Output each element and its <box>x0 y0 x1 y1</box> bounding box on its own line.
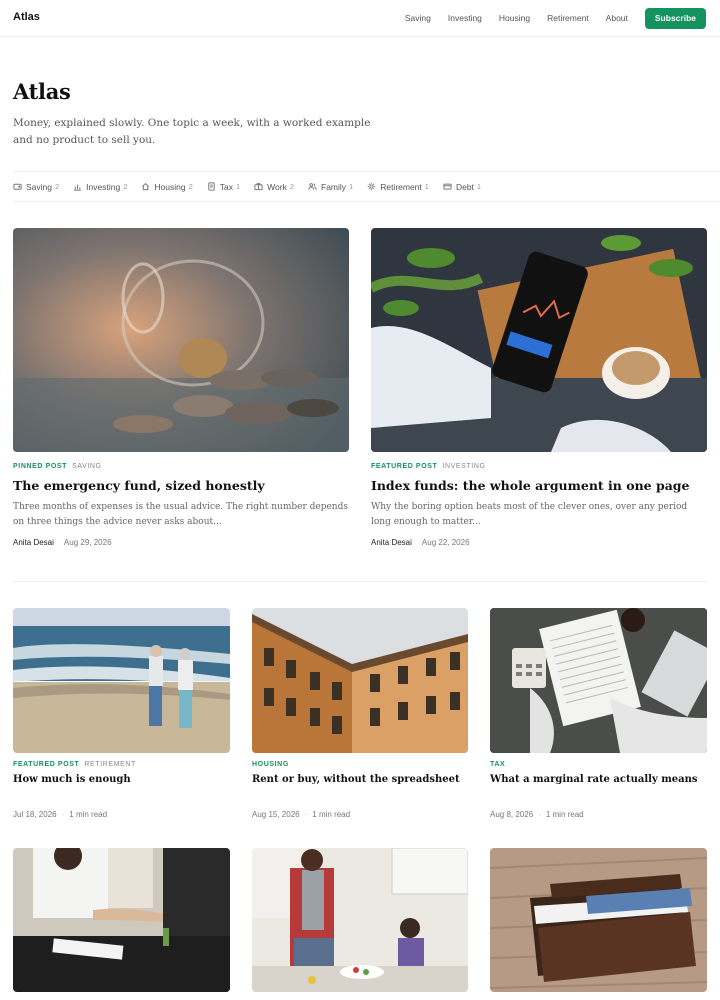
topic-count: 1 <box>235 182 241 191</box>
nav-retirement[interactable]: Retirement <box>547 7 589 29</box>
topic-filter-bar: Saving 2 Investing 2 Housing 2 Tax 1 Work 2 F… <box>13 171 720 202</box>
post-title[interactable]: Rent or buy, without the spreadsheet <box>252 774 460 785</box>
sun-icon <box>367 182 376 191</box>
nav-saving[interactable]: Saving <box>405 7 431 29</box>
post-label[interactable]: TAX <box>490 761 505 768</box>
topic-count: 2 <box>289 182 294 191</box>
people-icon <box>308 183 317 190</box>
bar-chart-icon <box>74 184 82 191</box>
topic-investing[interactable]: Investing 2 <box>73 182 127 192</box>
post-meta: Aug 15, 2026 · 1 min read <box>252 810 351 819</box>
post-date: Jul 18, 2026 <box>13 810 57 819</box>
post-meta: Anita Desai Aug 22, 2026 <box>371 538 470 547</box>
topic-label: Saving <box>26 181 52 192</box>
post-title[interactable]: The emergency fund, sized honestly <box>13 478 265 493</box>
wallet-icon <box>13 183 22 190</box>
post-meta: Jul 18, 2026 · 1 min read <box>13 810 108 819</box>
credit-card-icon <box>443 183 452 190</box>
topic-count: 1 <box>476 182 482 191</box>
topic-saving[interactable]: Saving 2 <box>13 182 59 192</box>
section-divider <box>13 581 707 582</box>
topic-label: Tax <box>219 181 233 192</box>
top-bar: Atlas Saving Investing Housing Retiremen… <box>0 0 720 37</box>
topic-count: 1 <box>349 182 354 191</box>
topic-label: Investing <box>86 181 121 192</box>
page-title: Atlas <box>13 79 71 104</box>
post-date: Aug 15, 2026 <box>252 810 300 819</box>
wallet-image[interactable] <box>490 848 707 992</box>
stock-phone-image[interactable] <box>371 228 707 452</box>
post-title[interactable]: How much is enough <box>13 774 131 785</box>
post-title[interactable]: Index funds: the whole argument in one p… <box>371 478 690 493</box>
post-category[interactable]: SAVING <box>72 463 102 470</box>
post-meta: Anita Desai Aug 29, 2026 <box>13 538 112 547</box>
post-label: FEATURED POST RETIREMENT <box>13 761 136 768</box>
topic-count: 2 <box>188 182 193 191</box>
topic-tax[interactable]: Tax 1 <box>207 182 240 192</box>
topic-work[interactable]: Work 2 <box>254 182 294 192</box>
building-image[interactable] <box>252 608 468 753</box>
post-author[interactable]: Anita Desai <box>13 538 54 547</box>
coins-jar-image[interactable] <box>13 228 349 452</box>
beach-couple-image[interactable] <box>13 608 230 753</box>
topic-label: Retirement <box>380 181 422 192</box>
post-label[interactable]: HOUSING <box>252 761 289 768</box>
post-category[interactable]: RETIREMENT <box>84 761 136 768</box>
post-author[interactable]: Anita Desai <box>371 538 412 547</box>
topic-retirement[interactable]: Retirement 1 <box>367 182 429 192</box>
topic-housing[interactable]: Housing 2 <box>141 181 193 192</box>
nav-investing[interactable]: Investing <box>448 7 482 29</box>
post-label: PINNED POST SAVING <box>13 463 102 470</box>
topic-label: Family <box>321 181 347 192</box>
topic-count: 1 <box>424 182 429 191</box>
nav-housing[interactable]: Housing <box>499 7 530 29</box>
post-date: Aug 22, 2026 <box>421 538 470 547</box>
site-description: Money, explained slowly. One topic a wee… <box>13 117 371 146</box>
post-meta: Aug 8, 2026 · 1 min read <box>490 810 584 819</box>
topic-count: 2 <box>123 182 128 191</box>
post-date: Aug 8, 2026 <box>490 810 534 819</box>
topic-label: Housing <box>154 181 186 192</box>
nav-about[interactable]: About <box>606 7 628 29</box>
topic-family[interactable]: Family 1 <box>308 182 353 192</box>
main-nav: Saving Investing Housing Retirement Abou… <box>405 7 706 29</box>
post-label: FEATURED POST INVESTING <box>371 463 486 470</box>
tax-form-image[interactable] <box>490 608 707 753</box>
post-title[interactable]: What a marginal rate actually means <box>490 774 698 785</box>
home-icon <box>142 182 150 191</box>
post-category[interactable]: INVESTING <box>442 463 485 470</box>
topic-debt[interactable]: Debt 1 <box>443 182 481 192</box>
brand-logo[interactable]: Atlas <box>13 11 40 23</box>
handshake-image[interactable] <box>13 848 230 992</box>
post-date: Aug 29, 2026 <box>63 538 112 547</box>
read-time: 1 min read <box>312 810 351 819</box>
post-excerpt: Why the boring option beats most of the … <box>371 502 688 527</box>
post-excerpt: Three months of expenses is the usual ad… <box>13 502 348 527</box>
read-time: 1 min read <box>545 810 584 819</box>
subscribe-button[interactable]: Subscribe <box>644 7 706 29</box>
topic-label: Debt <box>455 181 474 192</box>
topic-label: Work <box>267 181 287 192</box>
receipt-icon <box>208 182 215 191</box>
briefcase-icon <box>254 183 263 191</box>
kitchen-family-image[interactable] <box>252 848 468 992</box>
read-time: 1 min read <box>69 810 108 819</box>
topic-count: 2 <box>55 182 60 191</box>
